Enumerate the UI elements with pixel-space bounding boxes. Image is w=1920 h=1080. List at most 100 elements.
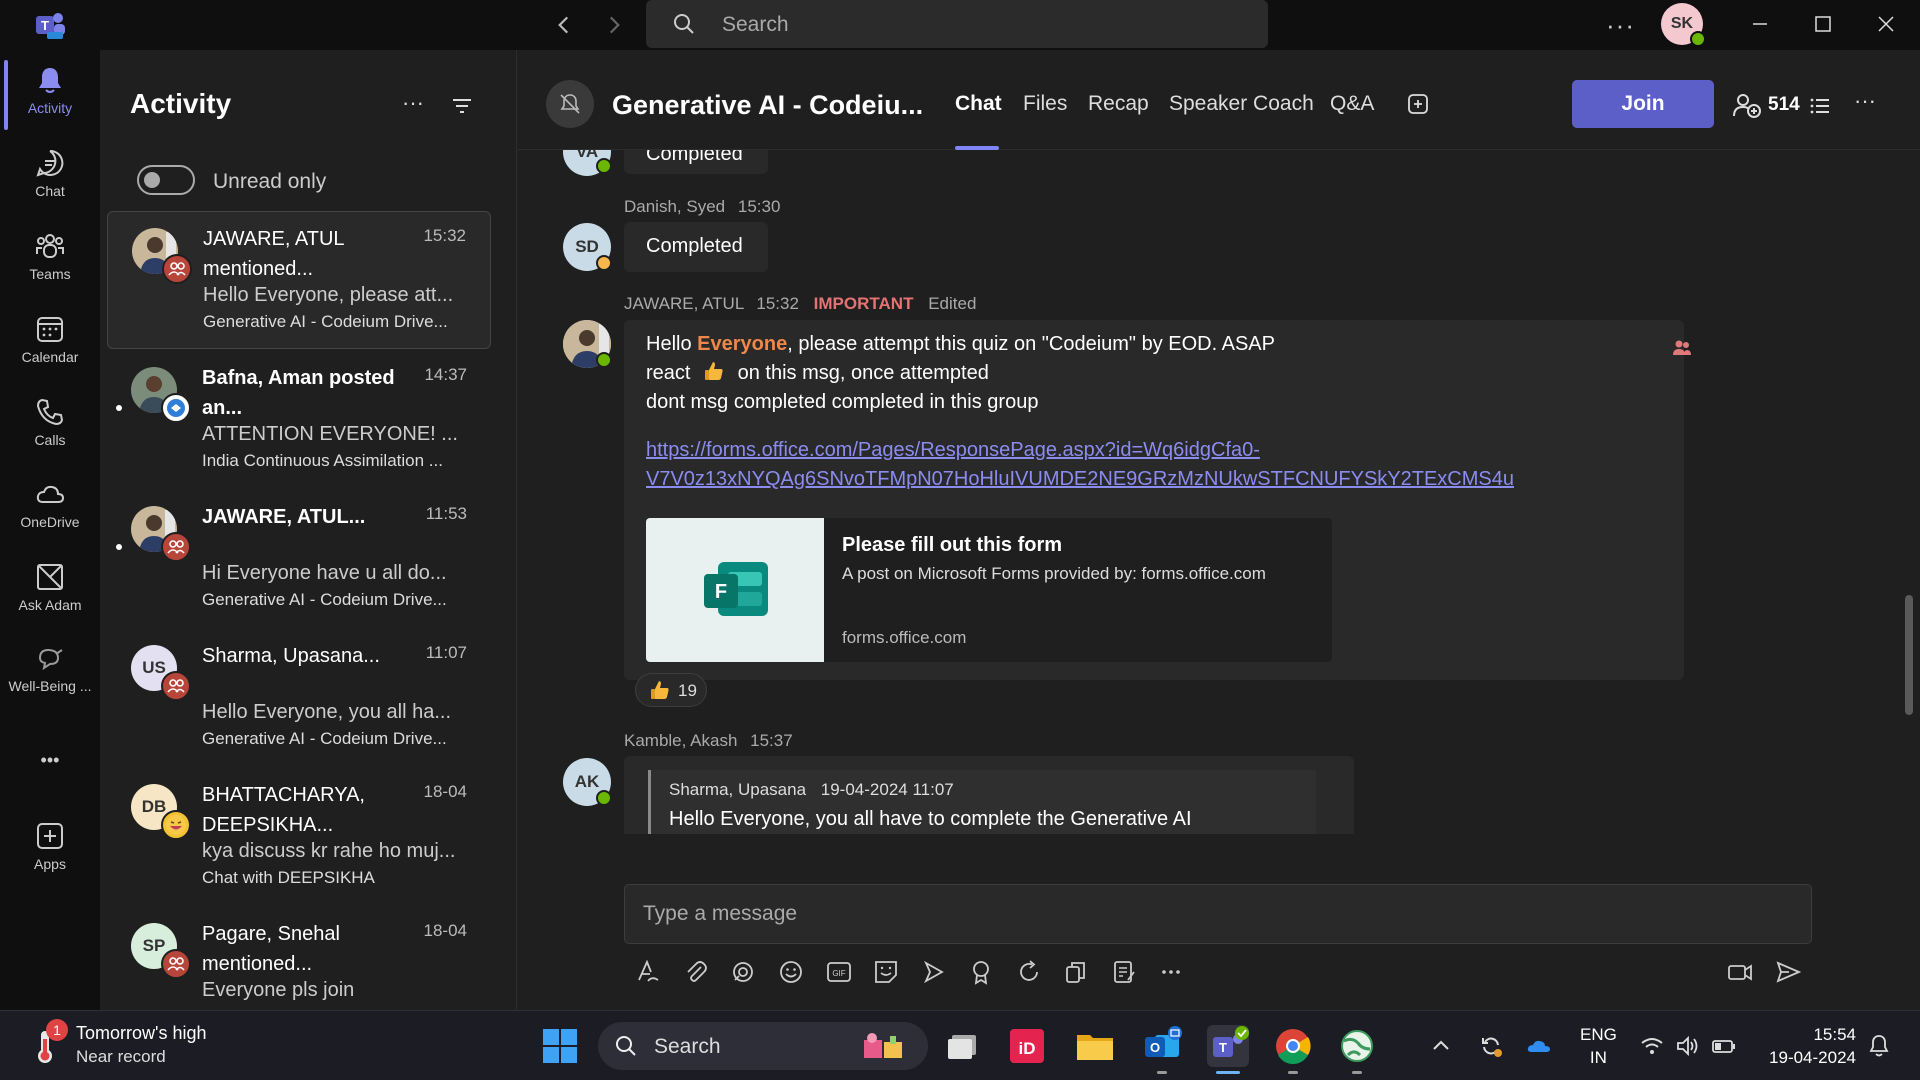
emoji-icon[interactable] bbox=[777, 958, 805, 986]
rail-item-activity[interactable]: Activity bbox=[0, 54, 100, 132]
activity-item-source: Generative AI - Codeium Drive... bbox=[202, 729, 447, 748]
tab-qa[interactable]: Q&A bbox=[1330, 92, 1374, 116]
message-line: react on this msg, once attempted bbox=[646, 359, 1646, 388]
activity-item[interactable]: JAWARE, ATUL... 11:53 Hi Everyone have u… bbox=[107, 490, 491, 628]
copy-icon[interactable] bbox=[1062, 958, 1090, 986]
unread-dot bbox=[116, 405, 122, 411]
onedrive-icon[interactable] bbox=[1526, 1033, 1552, 1059]
preview-description: A post on Microsoft Forms provided by: f… bbox=[842, 564, 1266, 583]
more-apps-button[interactable]: ••• bbox=[0, 750, 100, 771]
rail-item-wellbeing[interactable]: Well-Being ... bbox=[0, 632, 100, 710]
activity-item[interactable]: Bafna, Aman posted an... 14:37 ATTENTION… bbox=[107, 351, 491, 489]
refresh-icon[interactable] bbox=[1015, 958, 1043, 986]
activity-item[interactable]: JAWARE, ATUL mentioned... 15:32 Hello Ev… bbox=[107, 211, 491, 349]
message-bubble[interactable]: Completed bbox=[624, 150, 768, 174]
taskbar-teams[interactable]: T bbox=[1207, 1025, 1249, 1074]
taskbar-outlook[interactable]: O bbox=[1141, 1025, 1183, 1074]
notes-icon[interactable] bbox=[1110, 958, 1138, 986]
svg-text:T: T bbox=[1219, 1040, 1227, 1055]
chevron-up-icon[interactable] bbox=[1428, 1033, 1454, 1059]
activity-item[interactable]: US Sharma, Upasana... 11:07 Hello Everyo… bbox=[107, 629, 491, 767]
tab-chat[interactable]: Chat bbox=[955, 92, 1002, 116]
quote-meta: Sharma, Upasana 19-04-2024 11:07 bbox=[669, 780, 954, 800]
message-bubble[interactable]: Sharma, Upasana 19-04-2024 11:07 Hello E… bbox=[624, 756, 1354, 834]
search-input[interactable]: Search bbox=[646, 0, 1268, 48]
text-fragment: react bbox=[646, 362, 697, 384]
loop-icon[interactable] bbox=[729, 958, 757, 986]
thumbs-up-reaction[interactable]: 19 bbox=[635, 673, 707, 707]
rail-item-ask-adam[interactable]: Ask Adam bbox=[0, 551, 100, 629]
format-icon[interactable] bbox=[634, 958, 662, 986]
gif-icon[interactable]: GIF bbox=[825, 958, 853, 986]
activity-more-button[interactable]: ··· bbox=[402, 90, 424, 116]
mention-everyone[interactable]: Everyone bbox=[697, 333, 787, 355]
scrollbar-thumb[interactable] bbox=[1905, 595, 1913, 715]
add-tab-icon[interactable] bbox=[1406, 92, 1430, 116]
rail-item-onedrive[interactable]: OneDrive bbox=[0, 468, 100, 546]
notification-bell-icon[interactable] bbox=[1866, 1033, 1892, 1059]
attach-icon[interactable] bbox=[682, 958, 710, 986]
link-preview-card[interactable]: F Please fill out this form A post on Mi… bbox=[646, 518, 1332, 662]
taskbar-chrome[interactable] bbox=[1272, 1025, 1314, 1074]
unread-only-toggle[interactable] bbox=[137, 165, 195, 195]
minimize-icon[interactable] bbox=[1748, 12, 1772, 36]
more-actions-icon[interactable] bbox=[1157, 958, 1185, 986]
taskbar-search[interactable]: Search bbox=[598, 1022, 928, 1070]
back-arrow-icon[interactable] bbox=[551, 12, 577, 38]
battery-icon[interactable] bbox=[1711, 1033, 1737, 1059]
tab-recap[interactable]: Recap bbox=[1088, 92, 1149, 116]
rail-item-calendar[interactable]: Calendar bbox=[0, 303, 100, 381]
close-icon[interactable] bbox=[1874, 12, 1898, 36]
wellbeing-icon bbox=[38, 648, 63, 671]
rail-item-calls[interactable]: Calls bbox=[0, 386, 100, 464]
clock[interactable]: 15:54 19-04-2024 bbox=[1769, 1023, 1856, 1069]
activity-item-name: Sharma, Upasana... bbox=[202, 645, 380, 667]
compose-box[interactable]: Type a message bbox=[624, 884, 1812, 944]
message-bubble[interactable]: Hello Everyone, please attempt this quiz… bbox=[624, 320, 1684, 680]
compose-placeholder: Type a message bbox=[643, 902, 798, 925]
sync-icon[interactable] bbox=[1478, 1033, 1504, 1059]
tab-files[interactable]: Files bbox=[1023, 92, 1067, 116]
tab-speaker-coach[interactable]: Speaker Coach bbox=[1169, 92, 1314, 116]
taskbar-globe-app[interactable] bbox=[1336, 1025, 1378, 1074]
wifi-icon[interactable] bbox=[1639, 1033, 1665, 1059]
message-meta: Kamble, Akash 15:37 bbox=[624, 731, 793, 751]
activity-item-source: India Continuous Assimilation ... bbox=[202, 451, 443, 470]
start-button[interactable] bbox=[539, 1025, 581, 1067]
search-icon bbox=[616, 1036, 636, 1056]
chat-more-button[interactable]: ··· bbox=[1854, 88, 1876, 114]
list-icon[interactable] bbox=[1808, 94, 1832, 118]
form-link-line1[interactable]: https://forms.office.com/Pages/ResponseP… bbox=[646, 436, 1646, 465]
taskbar-task-view[interactable] bbox=[942, 1025, 984, 1067]
video-clip-icon[interactable] bbox=[1726, 958, 1754, 986]
rail-item-teams[interactable]: Teams bbox=[0, 220, 100, 298]
message-bubble[interactable]: Completed bbox=[624, 222, 768, 272]
volume-icon[interactable] bbox=[1674, 1033, 1700, 1059]
join-button[interactable]: Join bbox=[1572, 80, 1714, 128]
send-icon[interactable] bbox=[1774, 958, 1802, 986]
settings-more-button[interactable]: ··· bbox=[1606, 10, 1635, 41]
avatar-initials: SD bbox=[575, 237, 599, 256]
forward-arrow-icon[interactable] bbox=[601, 12, 627, 38]
profile-avatar[interactable]: SK bbox=[1661, 3, 1706, 47]
task-view-icon bbox=[948, 1035, 976, 1059]
praise-icon[interactable] bbox=[967, 958, 995, 986]
sticker-icon[interactable] bbox=[872, 958, 900, 986]
weather-title[interactable]: Tomorrow's high bbox=[76, 1023, 206, 1044]
rail-item-chat[interactable]: Chat bbox=[0, 137, 100, 215]
activity-item[interactable]: SP Pagare, Snehal mentioned... 18-04 Eve… bbox=[107, 907, 491, 1010]
form-link-line2[interactable]: V7V0z13xNYQAg6SNvoTFMpN07HoHluIVUMDE2NE9… bbox=[646, 465, 1646, 494]
maximize-icon[interactable] bbox=[1811, 12, 1835, 36]
group-mention-icon bbox=[162, 254, 192, 284]
language-indicator[interactable]: ENG IN bbox=[1580, 1023, 1617, 1069]
quoted-message[interactable]: Sharma, Upasana 19-04-2024 11:07 Hello E… bbox=[648, 770, 1316, 834]
activity-item-preview: Hi Everyone have u all do... bbox=[202, 562, 447, 584]
taskbar-indesign[interactable]: iD bbox=[1006, 1025, 1048, 1067]
filter-icon[interactable] bbox=[450, 94, 474, 118]
rail-item-apps[interactable]: Apps bbox=[0, 810, 100, 888]
schedule-meeting-icon[interactable] bbox=[920, 958, 948, 986]
taskbar-file-explorer[interactable] bbox=[1074, 1025, 1116, 1067]
sender-name: JAWARE, ATUL bbox=[624, 294, 744, 313]
activity-item-time: 18-04 bbox=[423, 782, 467, 801]
activity-item[interactable]: DB BHATTACHARYA, DEEPSIKHA... 18-04 kya … bbox=[107, 768, 491, 906]
